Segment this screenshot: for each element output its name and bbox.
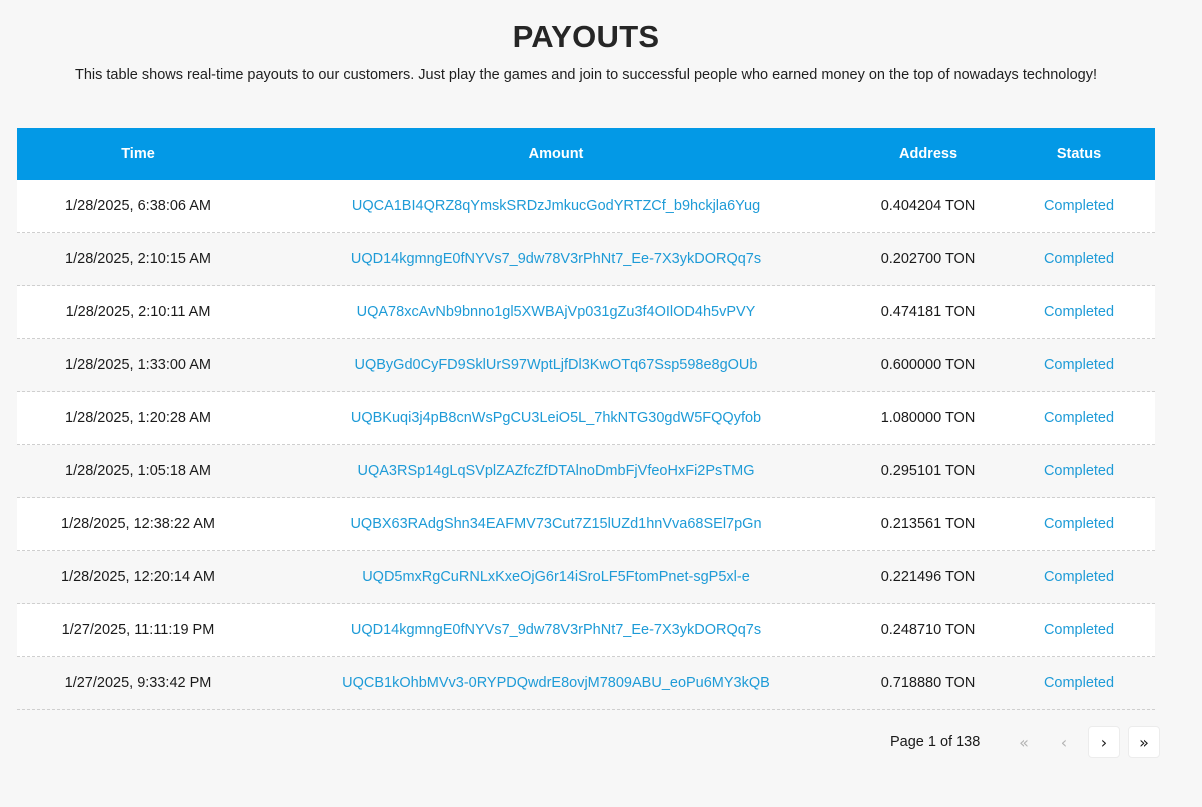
table-row: 1/28/2025, 6:38:06 AM UQCA1BI4QRZ8qYmskS… bbox=[17, 180, 1155, 233]
cell-address: 0.248710 TON bbox=[880, 622, 976, 638]
cell-status: Completed bbox=[1043, 357, 1115, 373]
pagination: Page 1 of 138 « ‹ › » bbox=[880, 726, 1160, 758]
cell-status: Completed bbox=[1043, 410, 1115, 426]
cell-status: Completed bbox=[1043, 516, 1115, 532]
chevron-right-icon: › bbox=[1100, 732, 1108, 752]
page-indicator: Page 1 of 138 bbox=[890, 734, 981, 750]
cell-time: 1/28/2025, 1:20:28 AM bbox=[65, 410, 211, 426]
last-page-button[interactable]: » bbox=[1128, 726, 1160, 758]
table-row: 1/28/2025, 12:20:14 AM UQD5mxRgCuRNLxKxe… bbox=[17, 551, 1155, 604]
cell-status: Completed bbox=[1043, 304, 1115, 320]
page-title: PAYOUTS bbox=[512, 19, 660, 54]
table-row: 1/28/2025, 1:33:00 AM UQByGd0CyFD9SklUrS… bbox=[17, 339, 1155, 392]
cell-time: 1/28/2025, 12:38:22 AM bbox=[61, 516, 215, 532]
table-header: Time Amount Address Status bbox=[17, 128, 1155, 180]
cell-status: Completed bbox=[1043, 463, 1115, 479]
column-header-address: Address bbox=[898, 146, 958, 162]
cell-amount-link[interactable]: UQA78xcAvNb9bnno1gl5XWBAjVp031gZu3f4OIlO… bbox=[259, 304, 853, 320]
cell-status: Completed bbox=[1043, 251, 1115, 267]
chevron-left-icon: ‹ bbox=[1060, 732, 1068, 752]
first-page-button[interactable]: « bbox=[1008, 726, 1040, 758]
table-row: 1/28/2025, 2:10:11 AM UQA78xcAvNb9bnno1g… bbox=[17, 286, 1155, 339]
cell-address: 0.202700 TON bbox=[880, 251, 976, 267]
cell-address: 1.080000 TON bbox=[880, 410, 976, 426]
table-row: 1/27/2025, 9:33:42 PM UQCB1kOhbMVv3-0RYP… bbox=[17, 657, 1155, 710]
cell-status: Completed bbox=[1043, 675, 1115, 691]
table-row: 1/28/2025, 12:38:22 AM UQBX63RAdgShn34EA… bbox=[17, 498, 1155, 551]
cell-address: 0.404204 TON bbox=[880, 198, 976, 214]
cell-status: Completed bbox=[1043, 622, 1115, 638]
cell-amount-link[interactable]: UQD14kgmngE0fNYVs7_9dw78V3rPhNt7_Ee-7X3y… bbox=[259, 251, 853, 267]
column-header-time: Time bbox=[121, 146, 155, 162]
cell-time: 1/28/2025, 12:20:14 AM bbox=[61, 569, 215, 585]
double-chevron-left-icon: « bbox=[1019, 732, 1029, 752]
payouts-table: Time Amount Address Status 1/28/2025, 6:… bbox=[17, 128, 1155, 710]
cell-amount-link[interactable]: UQA3RSp14gLqSVplZAZfcZfDTAlnoDmbFjVfeoHx… bbox=[259, 463, 853, 479]
cell-status: Completed bbox=[1043, 569, 1115, 585]
page-subtitle: This table shows real-time payouts to ou… bbox=[74, 67, 1098, 83]
cell-amount-link[interactable]: UQD5mxRgCuRNLxKxeOjG6r14iSroLF5FtomPnet-… bbox=[259, 569, 853, 585]
cell-amount-link[interactable]: UQBKuqi3j4pB8cnWsPgCU3LeiO5L_7hkNTG30gdW… bbox=[259, 410, 853, 426]
next-page-button[interactable]: › bbox=[1088, 726, 1120, 758]
cell-time: 1/27/2025, 11:11:19 PM bbox=[61, 622, 215, 638]
table-row: 1/27/2025, 11:11:19 PM UQD14kgmngE0fNYVs… bbox=[17, 604, 1155, 657]
cell-amount-link[interactable]: UQBX63RAdgShn34EAFMV73Cut7Z15lUZd1hnVva6… bbox=[259, 516, 853, 532]
cell-time: 1/28/2025, 2:10:15 AM bbox=[65, 251, 211, 267]
cell-address: 0.295101 TON bbox=[880, 463, 976, 479]
previous-page-button[interactable]: ‹ bbox=[1048, 726, 1080, 758]
cell-address: 0.474181 TON bbox=[880, 304, 976, 320]
cell-amount-link[interactable]: UQByGd0CyFD9SklUrS97WptLjfDl3KwOTq67Ssp5… bbox=[259, 357, 853, 373]
column-header-amount: Amount bbox=[528, 146, 584, 162]
cell-address: 0.213561 TON bbox=[880, 516, 976, 532]
cell-amount-link[interactable]: UQD14kgmngE0fNYVs7_9dw78V3rPhNt7_Ee-7X3y… bbox=[259, 622, 853, 638]
cell-address: 0.718880 TON bbox=[880, 675, 976, 691]
cell-time: 1/28/2025, 6:38:06 AM bbox=[65, 198, 211, 214]
cell-time: 1/28/2025, 1:33:00 AM bbox=[65, 357, 211, 373]
double-chevron-right-icon: » bbox=[1139, 732, 1149, 752]
cell-amount-link[interactable]: UQCA1BI4QRZ8qYmskSRDzJmkucGodYRTZCf_b9hc… bbox=[259, 198, 853, 214]
cell-time: 1/27/2025, 9:33:42 PM bbox=[64, 675, 212, 691]
column-header-status: Status bbox=[1056, 146, 1102, 162]
cell-time: 1/28/2025, 2:10:11 AM bbox=[65, 304, 211, 320]
payouts-page: PAYOUTS This table shows real-time payou… bbox=[0, 0, 1202, 807]
cell-amount-link[interactable]: UQCB1kOhbMVv3-0RYPDQwdrE8ovjM7809ABU_eoP… bbox=[259, 675, 853, 691]
table-row: 1/28/2025, 1:20:28 AM UQBKuqi3j4pB8cnWsP… bbox=[17, 392, 1155, 445]
cell-address: 0.600000 TON bbox=[880, 357, 976, 373]
cell-status: Completed bbox=[1043, 198, 1115, 214]
cell-address: 0.221496 TON bbox=[880, 569, 976, 585]
table-row: 1/28/2025, 1:05:18 AM UQA3RSp14gLqSVplZA… bbox=[17, 445, 1155, 498]
cell-time: 1/28/2025, 1:05:18 AM bbox=[65, 463, 211, 479]
table-row: 1/28/2025, 2:10:15 AM UQD14kgmngE0fNYVs7… bbox=[17, 233, 1155, 286]
